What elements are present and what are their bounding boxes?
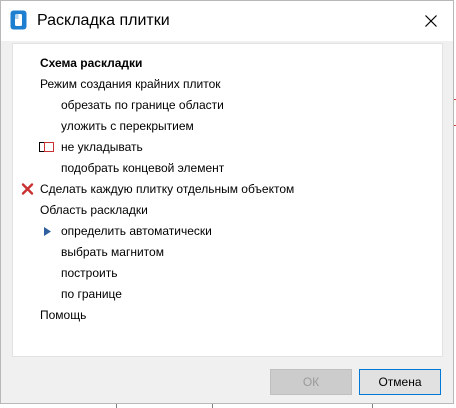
layout-area-label: Область раскладки	[40, 203, 148, 217]
layout-scheme-header: Схема раскладки	[40, 56, 143, 70]
backdrop-tick	[212, 404, 213, 408]
close-button[interactable]	[409, 1, 453, 41]
option-pick-end-element[interactable]: подобрать концевой элемент	[61, 158, 224, 179]
option-detect-automatically[interactable]: определить автоматически	[61, 221, 212, 242]
help-item[interactable]: Помощь	[40, 305, 86, 326]
backdrop-tick	[116, 404, 117, 408]
option-lay-with-overlap[interactable]: уложить с перекрытием	[61, 116, 194, 137]
option-build[interactable]: построить	[61, 263, 117, 284]
close-icon	[425, 15, 437, 27]
cancel-button[interactable]: Отмена	[359, 369, 441, 395]
option-do-not-lay[interactable]: не укладывать	[61, 137, 143, 158]
selected-arrow-icon	[42, 221, 54, 242]
edge-mode-label: Режим создания крайних плиток	[40, 77, 221, 91]
ok-button[interactable]: ОК	[270, 369, 352, 395]
backdrop-tick	[372, 404, 373, 408]
window-title: Раскладка плитки	[37, 12, 170, 29]
option-select-with-magnet[interactable]: выбрать магнитом	[61, 242, 164, 263]
options-list: Схема раскладки Режим создания крайних п…	[12, 43, 443, 357]
option-trim-to-boundary[interactable]: обрезать по границе области	[61, 95, 224, 116]
no-lay-marker-icon	[38, 137, 58, 158]
tile-layout-dialog: Раскладка плитки Схема раскладки Режим с…	[0, 0, 454, 404]
option-by-boundary[interactable]: по границе	[61, 284, 122, 305]
x-mark-icon	[21, 179, 35, 200]
app-icon	[10, 10, 27, 30]
title-bar: Раскладка плитки	[1, 1, 453, 41]
option-separate-objects[interactable]: Сделать каждую плитку отдельным объектом	[40, 179, 294, 200]
